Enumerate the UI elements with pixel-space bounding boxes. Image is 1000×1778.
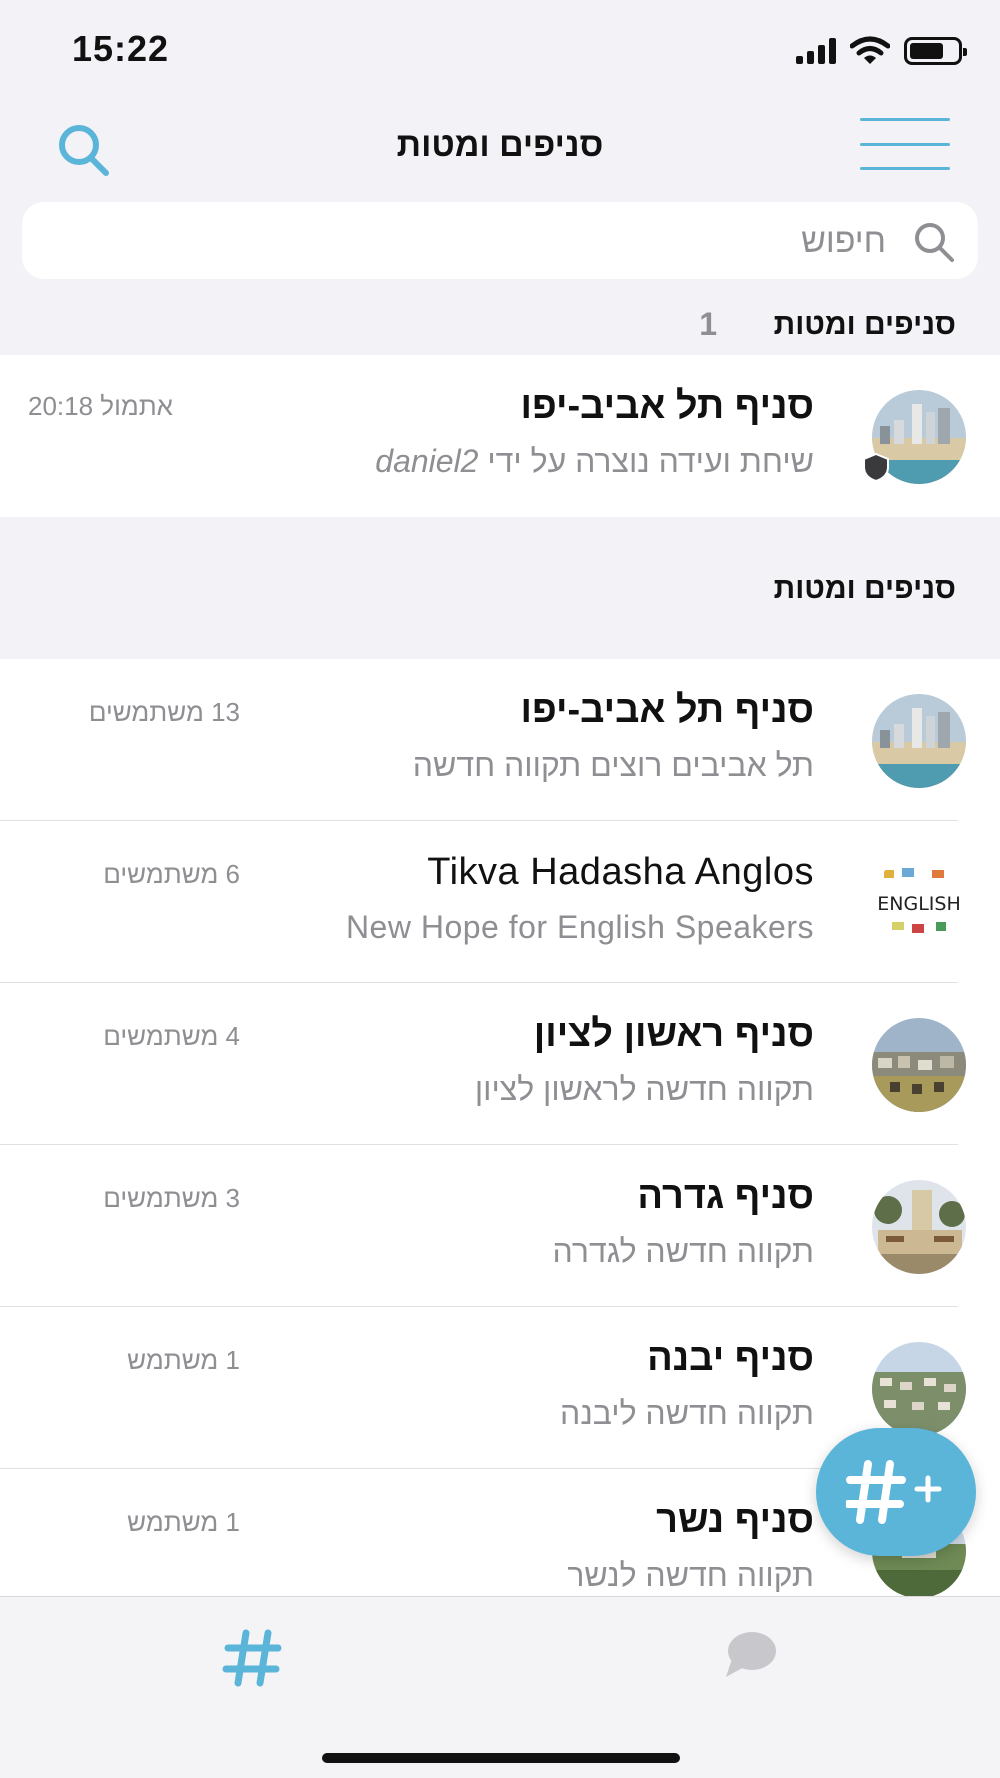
channel-title: סניף יבנה — [647, 1337, 814, 1379]
list-item[interactable]: סניף תל אביב-יפו שיחת ועידה נוצרה על ידי… — [0, 355, 1000, 517]
status-time: 15:22 — [72, 28, 170, 69]
subtitle-user: daniel2 — [375, 443, 479, 479]
section-label: סניפים ומטות — [773, 572, 956, 605]
member-count: 13 משתמשים — [88, 697, 240, 727]
wifi-icon — [850, 36, 890, 64]
battery-icon — [904, 37, 967, 65]
menu-icon[interactable] — [860, 118, 950, 170]
channel-subtitle: שיחת ועידה נוצרה על ידי daniel2 — [375, 443, 814, 480]
list-item[interactable]: סניף ראשון לציון תקווה חדשה לראשון לציון… — [0, 983, 1000, 1145]
channels-section-header: סניפים ומטות — [0, 517, 1000, 659]
section-count: 1 — [699, 306, 717, 342]
channel-title: סניף נשר — [656, 1499, 814, 1541]
chat-tab-icon[interactable] — [722, 1629, 778, 1681]
member-count: 1 משתמש — [127, 1345, 240, 1375]
search-bar — [22, 202, 978, 279]
pinned-section-header: סניפים ומטות 1 — [0, 300, 1000, 355]
channel-subtitle: New Hope for English Speakers — [345, 909, 814, 945]
nav-bar: סניפים ומטות — [0, 100, 1000, 195]
channels-tab-icon[interactable] — [222, 1627, 284, 1689]
search-input[interactable] — [46, 216, 886, 266]
timestamp: אתמול 20:18 — [28, 391, 173, 421]
home-indicator — [322, 1753, 680, 1763]
hashtag-plus-icon — [846, 1460, 942, 1524]
channel-avatar — [872, 1018, 966, 1112]
channel-subtitle: תקווה חדשה לגדרה — [552, 1233, 814, 1269]
channel-subtitle: תקווה חדשה ליבנה — [560, 1395, 814, 1431]
shield-icon — [863, 452, 889, 483]
status-icons — [796, 36, 967, 66]
channel-avatar — [872, 1342, 966, 1436]
list-item[interactable]: סניף תל אביב-יפו תל אביבים רוצים תקווה ח… — [0, 659, 1000, 821]
svg-text:ENGLISH: ENGLISH — [877, 893, 960, 915]
member-count: 6 משתמשים — [103, 859, 240, 889]
channel-avatar: ENGLISH — [872, 856, 966, 950]
pinned-list: סניף תל אביב-יפו שיחת ועידה נוצרה על ידי… — [0, 355, 1000, 517]
channel-subtitle: תקווה חדשה לנשר — [567, 1557, 814, 1593]
channel-subtitle: תל אביבים רוצים תקווה חדשה — [412, 747, 814, 783]
new-channel-button[interactable] — [816, 1428, 976, 1556]
channel-title: סניף תל אביב-יפו — [520, 689, 815, 731]
member-count: 3 משתמשים — [103, 1183, 240, 1213]
channel-title: סניף גדרה — [637, 1175, 814, 1217]
section-label: סניפים ומטות — [773, 308, 956, 341]
page-title: סניפים ומטות — [396, 126, 604, 164]
list-item[interactable]: ENGLISH Tikva Hadasha Anglos New Hope fo… — [0, 821, 1000, 983]
status-bar: 15:22 — [0, 0, 1000, 95]
list-item[interactable]: סניף גדרה תקווה חדשה לגדרה 3 משתמשים — [0, 1145, 1000, 1307]
channel-title: Tikva Hadasha Anglos — [427, 851, 814, 893]
channel-avatar — [872, 1180, 966, 1274]
tab-bar — [0, 1596, 1000, 1778]
member-count: 1 משתמש — [127, 1507, 240, 1537]
channel-title: סניף ראשון לציון — [533, 1013, 814, 1055]
search-field-icon — [915, 223, 954, 262]
subtitle-text: שיחת ועידה נוצרה על ידי — [478, 443, 814, 479]
channel-avatar — [872, 694, 966, 788]
cellular-signal-icon — [796, 38, 836, 64]
member-count: 4 משתמשים — [103, 1021, 240, 1051]
channel-subtitle: תקווה חדשה לראשון לציון — [474, 1071, 814, 1107]
channel-title: סניף תל אביב-יפו — [520, 385, 815, 427]
